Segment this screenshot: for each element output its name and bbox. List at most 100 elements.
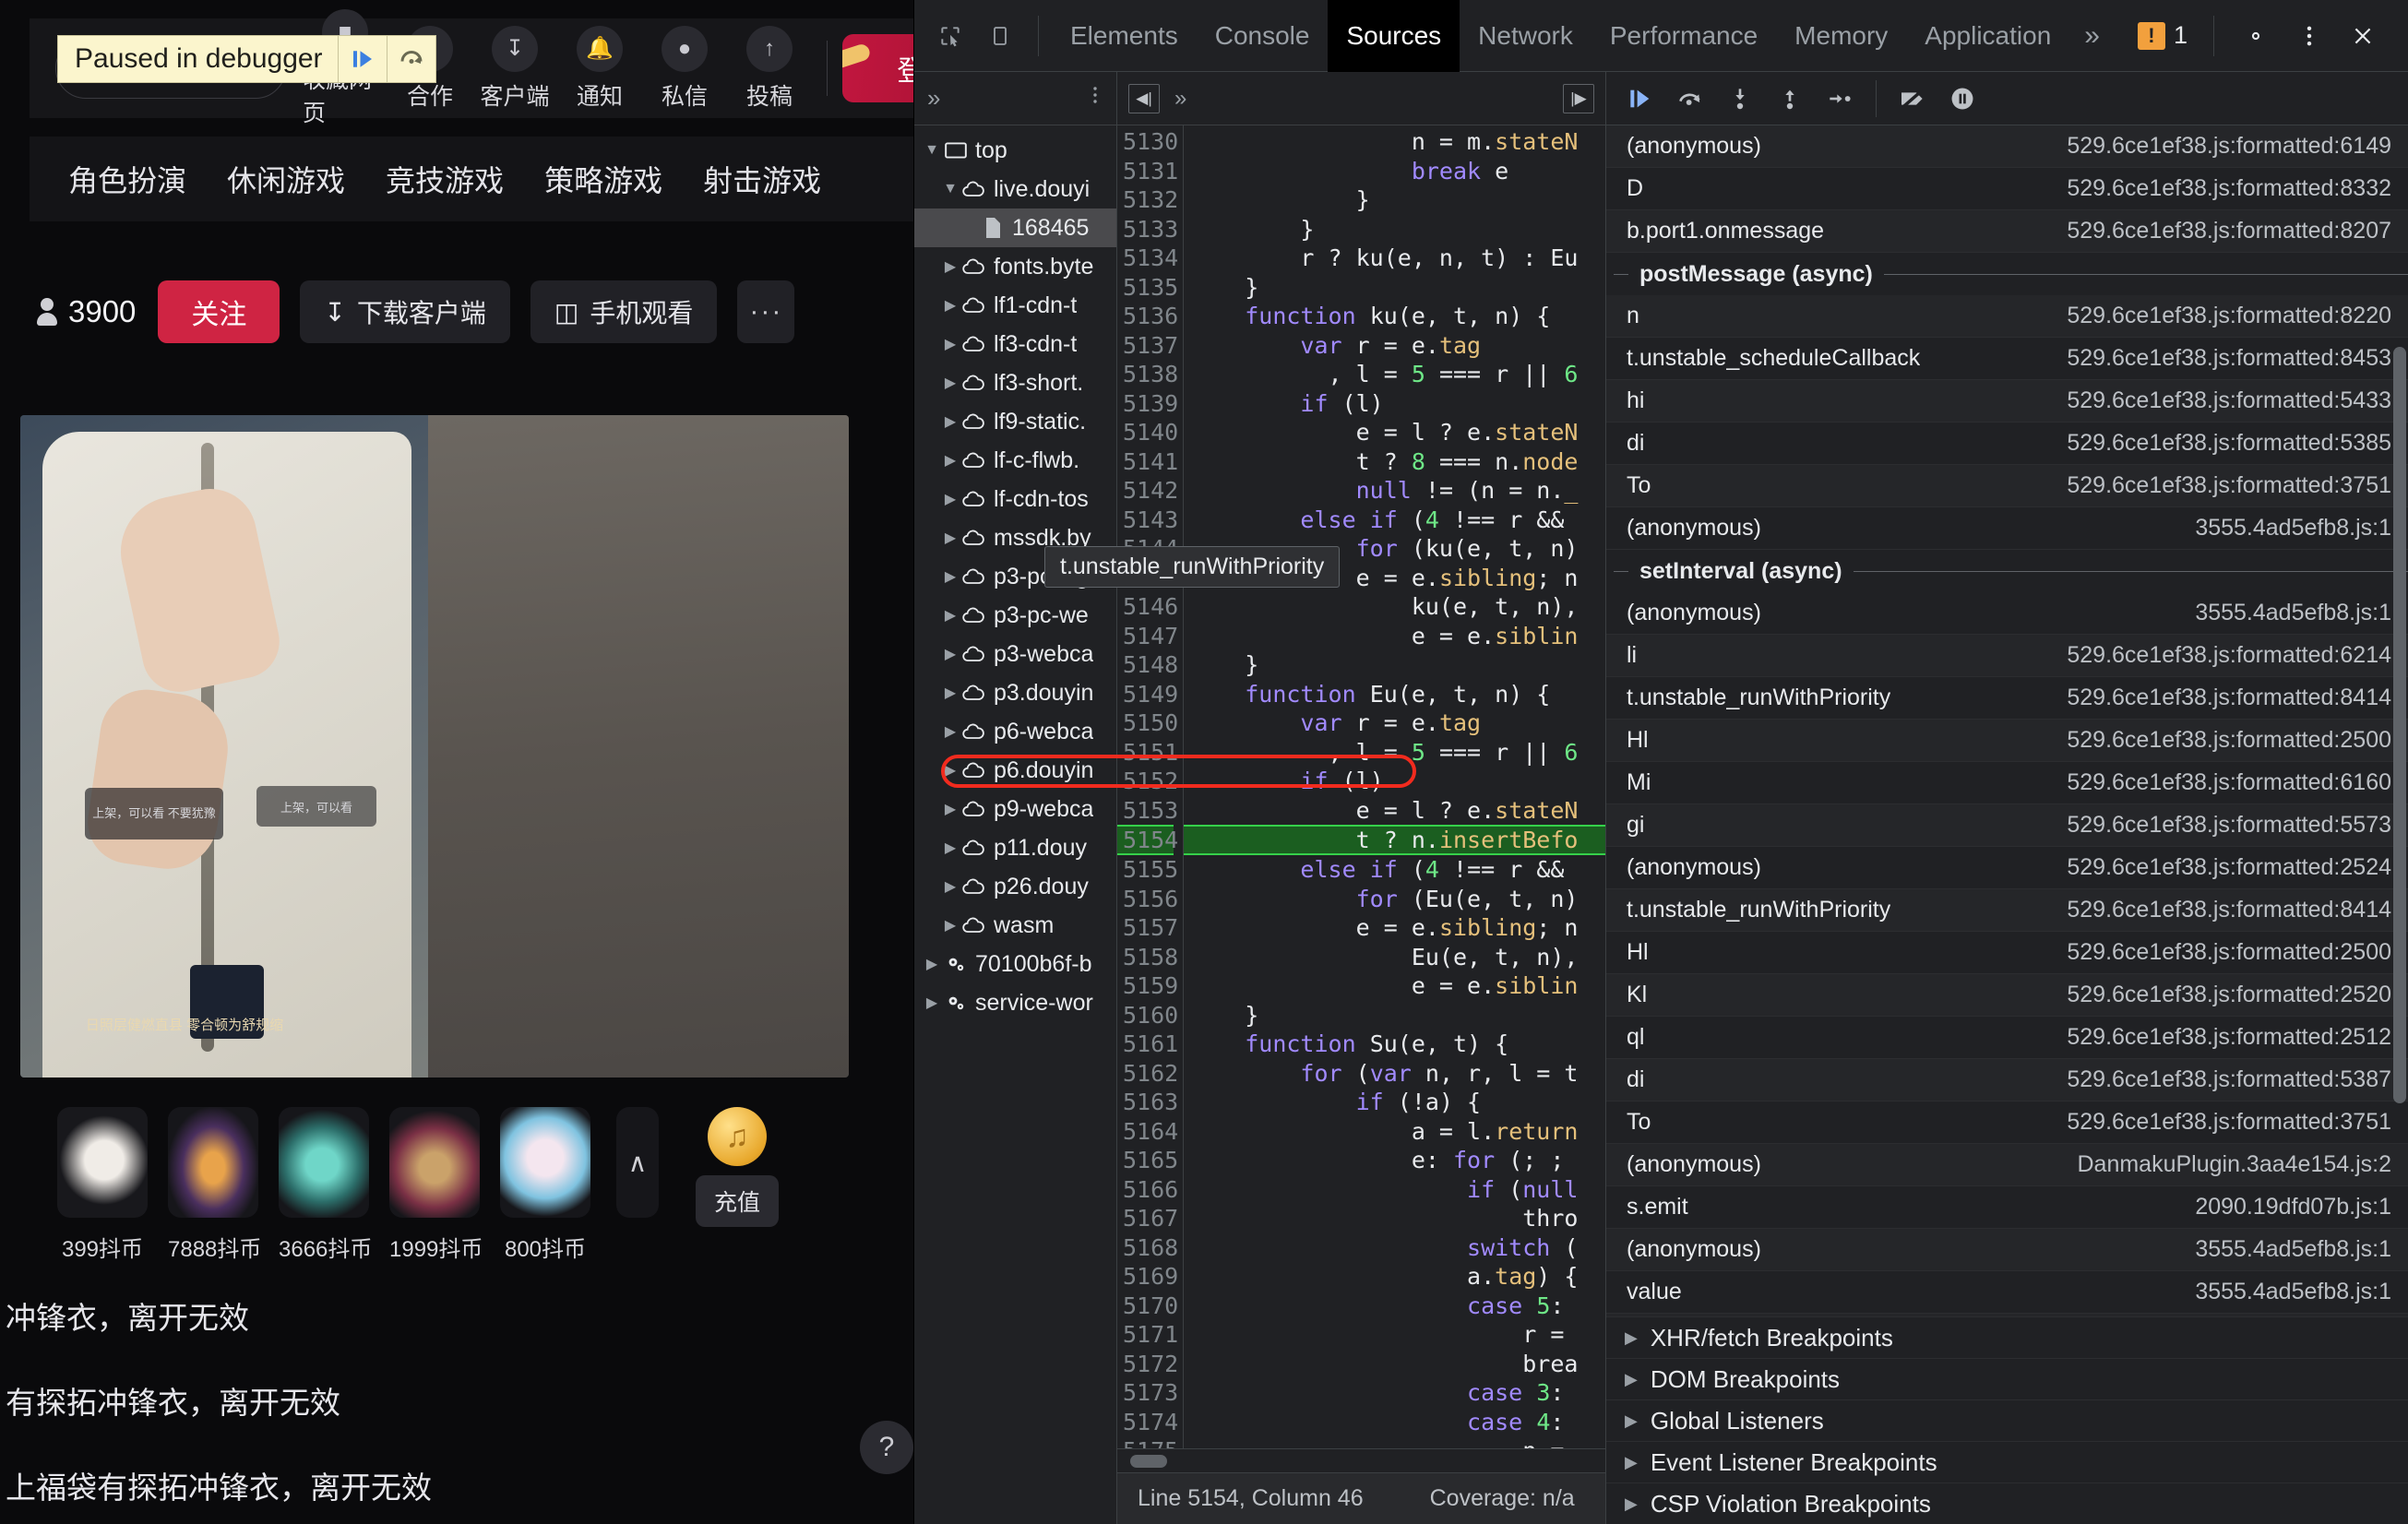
- file-tree-node[interactable]: ▶ lf3-cdn-t: [914, 325, 1116, 363]
- code-line[interactable]: break e: [1184, 157, 1605, 186]
- line-number[interactable]: 5142: [1117, 476, 1178, 506]
- chevron-double-right-icon[interactable]: »: [1174, 86, 1186, 112]
- call-stack-list[interactable]: (anonymous) 529.6ce1ef38.js:formatted:614…: [1606, 125, 2408, 1316]
- breakpoint-section[interactable]: ▶ DOM Breakpoints: [1606, 1358, 2408, 1399]
- call-stack-frame[interactable]: value 3555.4ad5efb8.js:1: [1606, 1271, 2408, 1314]
- breakpoint-section[interactable]: ▶ Event Listener Breakpoints: [1606, 1441, 2408, 1482]
- nav-item-client[interactable]: ↧ 客户端: [472, 25, 557, 112]
- code-content[interactable]: n = m.stateN break e } } r ? ku(e, n, t)…: [1184, 125, 1605, 1448]
- chevron-right-icon[interactable]: ▶: [1625, 1494, 1638, 1514]
- line-number[interactable]: 5151: [1117, 738, 1178, 768]
- tab-network[interactable]: Network: [1460, 0, 1591, 72]
- call-stack-frame[interactable]: To 529.6ce1ef38.js:formatted:3751: [1606, 1101, 2408, 1144]
- file-tree-node[interactable]: ▼ top: [914, 131, 1116, 170]
- code-line[interactable]: }: [1184, 185, 1605, 215]
- call-stack-frame[interactable]: D 529.6ce1ef38.js:formatted:8332: [1606, 168, 2408, 210]
- code-line[interactable]: if (l): [1184, 389, 1605, 419]
- file-tree-node[interactable]: 168465: [914, 208, 1116, 247]
- line-number[interactable]: 5168: [1117, 1233, 1178, 1263]
- tree-twisty-icon[interactable]: ▶: [940, 412, 960, 431]
- line-number[interactable]: 5175: [1117, 1436, 1178, 1448]
- chevron-right-icon[interactable]: ▶: [1625, 1328, 1638, 1348]
- call-stack-frame[interactable]: (anonymous) 3555.4ad5efb8.js:1: [1606, 1229, 2408, 1271]
- line-number[interactable]: 5164: [1117, 1117, 1178, 1147]
- line-number[interactable]: 5155: [1117, 855, 1178, 885]
- code-line[interactable]: thro: [1184, 1204, 1605, 1233]
- recharge-button[interactable]: 充值: [696, 1175, 779, 1227]
- code-line[interactable]: , l = 5 === r || 6: [1184, 360, 1605, 389]
- call-stack-frame[interactable]: n 529.6ce1ef38.js:formatted:8220: [1606, 295, 2408, 338]
- tree-twisty-icon[interactable]: ▶: [940, 684, 960, 702]
- call-stack-frame[interactable]: li 529.6ce1ef38.js:formatted:6214: [1606, 635, 2408, 677]
- file-tree-node[interactable]: ▶ p11.douy: [914, 828, 1116, 867]
- tree-twisty-icon[interactable]: ▶: [940, 722, 960, 741]
- nav-item-message[interactable]: ● 私信: [642, 25, 727, 112]
- line-number[interactable]: 5143: [1117, 506, 1178, 535]
- more-options-button[interactable]: ···: [737, 280, 795, 343]
- chevron-right-icon[interactable]: ▶: [1625, 1453, 1638, 1472]
- mobile-watch-button[interactable]: ◫ 手机观看: [530, 280, 718, 343]
- navigator-more-button[interactable]: »: [927, 84, 940, 113]
- line-number[interactable]: 5133: [1117, 215, 1178, 244]
- line-number[interactable]: 5134: [1117, 244, 1178, 273]
- file-tree-node[interactable]: ▼ live.douyi: [914, 170, 1116, 208]
- call-stack-frame[interactable]: Mi 529.6ce1ef38.js:formatted:6160: [1606, 762, 2408, 804]
- three-dots-vertical-icon[interactable]: [2288, 15, 2331, 57]
- file-tree-node[interactable]: ▶ p26.douy: [914, 867, 1116, 906]
- category-tab[interactable]: 休闲游戏: [227, 158, 345, 200]
- file-tree-node[interactable]: ▶ p9-webca: [914, 790, 1116, 828]
- resume-button[interactable]: [1617, 78, 1663, 119]
- line-number[interactable]: 5166: [1117, 1175, 1178, 1205]
- tree-twisty-icon[interactable]: ▶: [940, 606, 960, 625]
- line-number[interactable]: 5160: [1117, 1001, 1178, 1030]
- code-line[interactable]: e: for (; ;: [1184, 1146, 1605, 1175]
- code-line[interactable]: if (l): [1184, 767, 1605, 796]
- tree-twisty-icon[interactable]: ▶: [940, 451, 960, 470]
- code-line[interactable]: var r = e.tag: [1184, 331, 1605, 361]
- gift-item[interactable]: 7888抖币: [168, 1107, 261, 1263]
- code-line[interactable]: r =: [1184, 1320, 1605, 1350]
- call-stack-frame[interactable]: t.unstable_runWithPriority 529.6ce1ef38.j…: [1606, 677, 2408, 720]
- code-line[interactable]: switch (: [1184, 1233, 1605, 1263]
- file-tree-node[interactable]: ▶ p3.douyin: [914, 673, 1116, 712]
- line-number[interactable]: 5159: [1117, 971, 1178, 1001]
- line-number[interactable]: 5163: [1117, 1088, 1178, 1117]
- line-number[interactable]: 5130: [1117, 127, 1178, 157]
- tree-twisty-icon[interactable]: ▶: [940, 374, 960, 392]
- line-number[interactable]: 5171: [1117, 1320, 1178, 1350]
- call-stack-frame[interactable]: (anonymous) DanmakuPlugin.3aa4e154.js:2: [1606, 1144, 2408, 1186]
- file-tree-node[interactable]: ▶ lf-cdn-tos: [914, 480, 1116, 518]
- code-line[interactable]: n = m.stateN: [1184, 127, 1605, 157]
- step-into-button[interactable]: [1717, 78, 1763, 119]
- line-number[interactable]: 5156: [1117, 885, 1178, 914]
- call-stack-frame[interactable]: t.unstable_scheduleCallback 529.6ce1ef38.…: [1606, 338, 2408, 380]
- collapse-left-icon[interactable]: ◀|: [1128, 83, 1160, 113]
- call-stack-frame[interactable]: (anonymous) 529.6ce1ef38.js:formatted:614…: [1606, 125, 2408, 168]
- code-line[interactable]: }: [1184, 650, 1605, 680]
- tab-application[interactable]: Application: [1906, 0, 2069, 72]
- step-button[interactable]: [1817, 78, 1863, 119]
- banner-step-button[interactable]: [387, 35, 435, 83]
- call-stack-frame[interactable]: Hl 529.6ce1ef38.js:formatted:2500: [1606, 720, 2408, 762]
- gift-item[interactable]: 3666抖币: [279, 1107, 372, 1263]
- file-tree-node[interactable]: ▶ lf3-short.: [914, 363, 1116, 402]
- line-number[interactable]: 5138: [1117, 360, 1178, 389]
- breakpoint-section[interactable]: ▶ CSP Violation Breakpoints: [1606, 1482, 2408, 1524]
- call-stack-frame[interactable]: Kl 529.6ce1ef38.js:formatted:2520: [1606, 974, 2408, 1017]
- tree-twisty-icon[interactable]: ▶: [940, 257, 960, 276]
- tree-twisty-icon[interactable]: ▶: [940, 916, 960, 935]
- device-toolbar-icon[interactable]: [979, 15, 1021, 57]
- gift-expand-button[interactable]: ∧: [616, 1107, 659, 1218]
- line-number[interactable]: 5157: [1117, 913, 1178, 943]
- file-tree-node[interactable]: ▶ p3-webca: [914, 635, 1116, 673]
- deactivate-breakpoints-button[interactable]: [1889, 78, 1936, 119]
- code-line[interactable]: a.tag) {: [1184, 1262, 1605, 1292]
- tab-memory[interactable]: Memory: [1776, 0, 1906, 72]
- code-line[interactable]: else if (4 !== r &&: [1184, 855, 1605, 885]
- tree-twisty-icon[interactable]: ▶: [940, 335, 960, 353]
- call-stack-frame[interactable]: Hl 529.6ce1ef38.js:formatted:2500: [1606, 932, 2408, 974]
- file-tree-node[interactable]: ▶ p3-pc-we: [914, 596, 1116, 635]
- category-tab[interactable]: 竞技游戏: [386, 158, 504, 200]
- line-number[interactable]: 5147: [1117, 622, 1178, 651]
- tree-twisty-icon[interactable]: ▶: [940, 490, 960, 508]
